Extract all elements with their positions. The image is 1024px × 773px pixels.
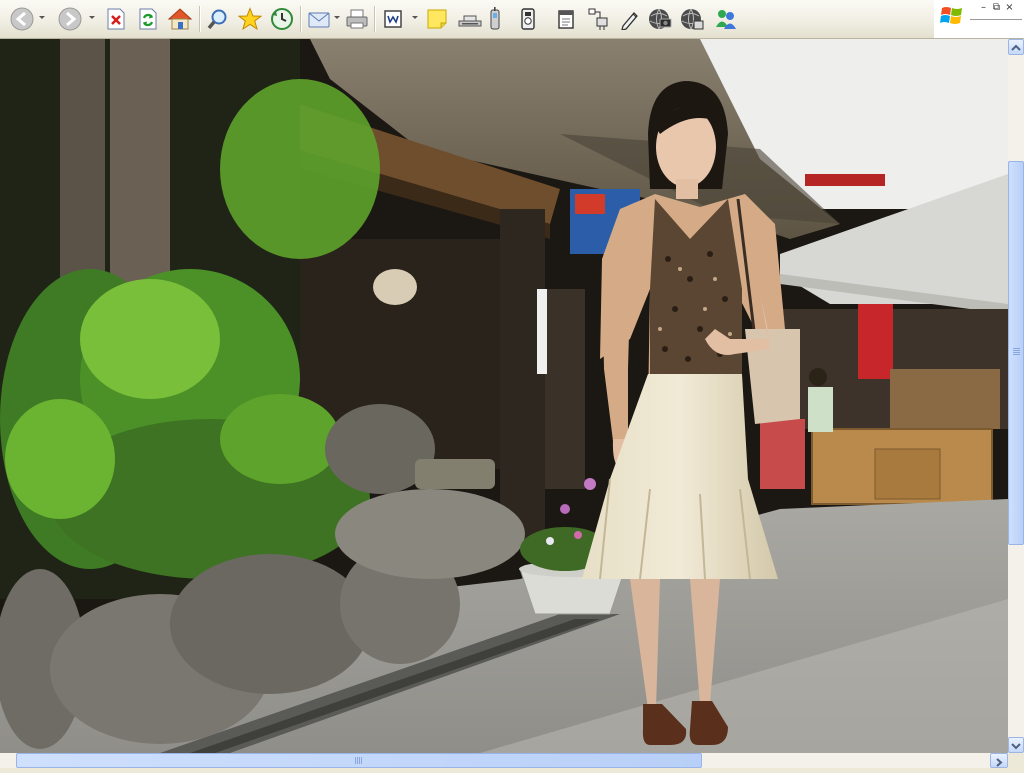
photo-woman-at-thatched-shop xyxy=(0,39,1008,753)
pencil-button[interactable] xyxy=(618,5,642,33)
print-button[interactable] xyxy=(344,5,370,33)
star-icon xyxy=(238,7,262,31)
thumb-grip xyxy=(355,757,363,764)
back-button[interactable] xyxy=(8,5,36,33)
messenger-people-icon xyxy=(716,10,736,29)
browser-throbber: – ⧉ × xyxy=(934,0,1024,39)
chevron-down-icon xyxy=(1011,743,1021,750)
media-player-button[interactable] xyxy=(516,5,540,33)
messenger-button[interactable] xyxy=(712,5,740,33)
globe-camera-button[interactable] xyxy=(646,5,674,33)
globe-tools-button[interactable] xyxy=(678,5,706,33)
forward-button[interactable] xyxy=(56,5,84,33)
mobile-phone-icon xyxy=(490,7,500,30)
research-button[interactable] xyxy=(586,5,612,33)
history-icon xyxy=(271,8,293,30)
page-content xyxy=(0,39,1008,753)
toolbar-separator xyxy=(300,6,302,32)
scanner-button[interactable] xyxy=(455,5,485,33)
globe-tools-icon xyxy=(681,8,704,30)
calendar-icon xyxy=(558,10,574,29)
horizontal-scrollbar[interactable] xyxy=(0,753,1008,768)
forward-arrow-icon xyxy=(58,7,82,31)
home-button[interactable] xyxy=(166,5,194,33)
pencil-icon xyxy=(621,12,638,30)
edit-button[interactable] xyxy=(380,5,406,33)
calendar-button[interactable] xyxy=(554,5,578,33)
mobile-button[interactable] xyxy=(485,5,505,33)
scroll-up-button[interactable] xyxy=(1008,39,1024,55)
vertical-scrollbar[interactable] xyxy=(1008,39,1024,753)
thumb-grip xyxy=(1013,348,1020,356)
notes-button[interactable] xyxy=(424,5,450,33)
stop-button[interactable] xyxy=(104,5,128,33)
scroll-down-button[interactable] xyxy=(1008,737,1024,753)
stop-icon xyxy=(107,8,125,30)
chevron-up-icon xyxy=(1011,44,1021,51)
chevron-right-icon xyxy=(996,758,1003,767)
edit-page-icon xyxy=(384,10,402,28)
refresh-icon xyxy=(139,8,157,30)
minimize-button[interactable]: – xyxy=(977,3,990,14)
sticky-note-icon xyxy=(427,9,447,29)
toolbar-separator xyxy=(374,6,376,32)
forward-dropdown-icon[interactable] xyxy=(89,16,95,19)
toolbar xyxy=(0,0,934,39)
mail-icon xyxy=(308,12,330,28)
printer-icon xyxy=(346,9,368,29)
horizontal-scroll-thumb[interactable] xyxy=(16,753,702,768)
globe-camera-icon xyxy=(649,8,672,30)
window-frame-line xyxy=(970,19,1022,20)
mail-button[interactable] xyxy=(306,5,334,33)
toolbar-separator xyxy=(199,6,201,32)
restore-button[interactable]: ⧉ xyxy=(990,3,1003,14)
search-button[interactable] xyxy=(204,5,232,33)
edit-dropdown-icon[interactable] xyxy=(412,16,418,19)
scroll-right-button[interactable] xyxy=(990,753,1008,768)
close-button[interactable]: × xyxy=(1003,3,1016,14)
windows-flag-icon xyxy=(940,7,962,24)
research-icon xyxy=(588,8,608,30)
mail-dropdown-icon[interactable] xyxy=(334,16,340,19)
refresh-button[interactable] xyxy=(136,5,160,33)
back-arrow-icon xyxy=(10,7,34,31)
scrollbar-corner xyxy=(1008,753,1024,768)
vertical-scroll-thumb[interactable] xyxy=(1008,161,1024,545)
scanner-icon xyxy=(458,15,482,27)
magnifier-icon xyxy=(207,9,227,30)
favorites-button[interactable] xyxy=(236,5,264,33)
history-button[interactable] xyxy=(268,5,296,33)
media-player-icon xyxy=(521,8,535,30)
home-icon xyxy=(167,8,193,30)
back-dropdown-icon[interactable] xyxy=(39,16,45,19)
